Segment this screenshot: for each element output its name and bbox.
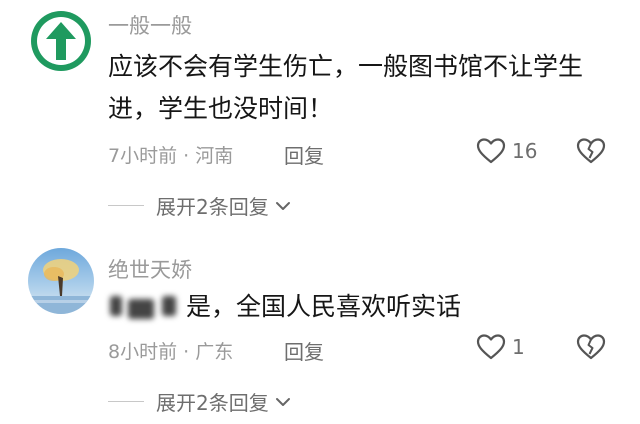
comment-time: 7小时前 xyxy=(108,145,178,167)
comment-location: 广东 xyxy=(195,341,234,363)
username[interactable]: 绝世天娇 xyxy=(108,254,192,284)
heart-outline-icon xyxy=(476,138,506,164)
meta-separator: · xyxy=(177,145,196,167)
like-count: 1 xyxy=(512,335,525,359)
comment-location: 河南 xyxy=(195,145,234,167)
comment-text: 是，全国人民喜欢听实话 xyxy=(108,286,608,328)
landscape-photo-avatar xyxy=(28,248,94,314)
up-arrow-icon xyxy=(28,8,94,74)
username[interactable]: 一般一般 xyxy=(108,10,192,40)
expand-replies-label: 展开2条回复 xyxy=(156,391,269,415)
comment-meta: 8小时前 · 广东 xyxy=(108,337,233,364)
expand-replies-button[interactable]: 展开2条回复 xyxy=(108,387,291,416)
comment-text-visible: 是，全国人民喜欢听实话 xyxy=(186,292,462,321)
comment-text: 应该不会有学生伤亡，一般图书馆不让学生进，学生也没时间！ xyxy=(108,52,584,123)
chevron-down-icon xyxy=(275,397,290,406)
dislike-button[interactable] xyxy=(576,333,606,361)
comment-meta: 7小时前 · 河南 xyxy=(108,141,233,168)
broken-heart-icon xyxy=(576,334,606,360)
avatar[interactable] xyxy=(28,8,94,74)
heart-outline-icon xyxy=(476,334,506,360)
reply-button[interactable]: 回复 xyxy=(284,140,324,169)
avatar[interactable] xyxy=(28,248,94,314)
divider-line xyxy=(108,205,144,206)
censored-text xyxy=(108,294,186,319)
expand-replies-label: 展开2条回复 xyxy=(156,195,269,219)
reply-button[interactable]: 回复 xyxy=(284,336,324,365)
comment-time: 8小时前 xyxy=(108,341,178,363)
like-button[interactable]: 1 xyxy=(476,333,525,361)
like-count: 16 xyxy=(512,139,538,163)
broken-heart-icon xyxy=(576,138,606,164)
meta-separator: · xyxy=(177,341,196,363)
chevron-down-icon xyxy=(275,201,290,210)
dislike-button[interactable] xyxy=(576,137,606,165)
like-button[interactable]: 16 xyxy=(476,137,537,165)
expand-replies-button[interactable]: 展开2条回复 xyxy=(108,191,291,220)
divider-line xyxy=(108,401,144,402)
